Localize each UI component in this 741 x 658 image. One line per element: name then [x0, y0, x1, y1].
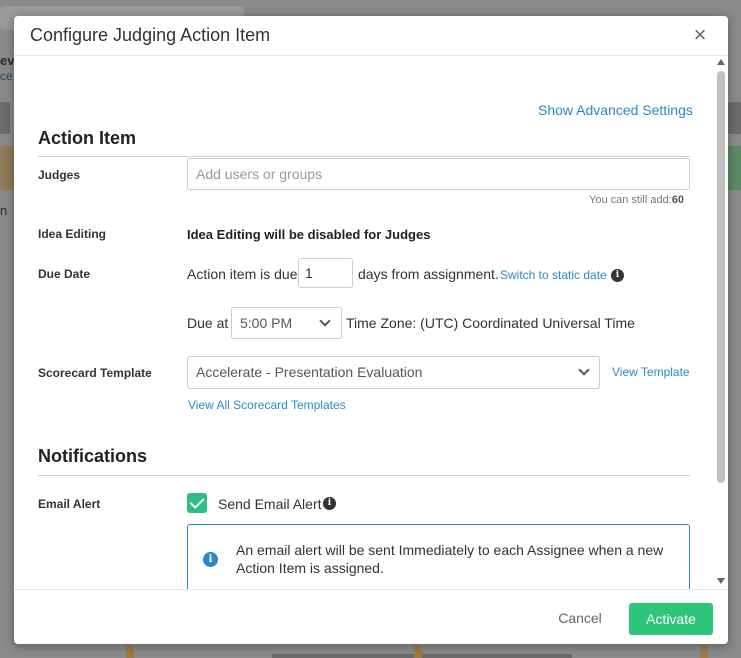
configure-action-item-dialog: Configure Judging Action Item × Show Adv…	[14, 16, 728, 644]
due-time-select[interactable]: 5:00 PM	[231, 307, 342, 339]
judges-label: Judges	[38, 168, 81, 182]
scorecard-template-label: Scorecard Template	[38, 366, 152, 380]
due-prefix-text: Action item is due	[187, 266, 298, 282]
action-item-heading: Action Item	[38, 128, 137, 148]
scroll-up-icon[interactable]	[717, 59, 725, 65]
scorecard-template-value: Accelerate - Presentation Evaluation	[196, 364, 423, 380]
idea-editing-label: Idea Editing	[38, 227, 107, 241]
background-marker	[126, 646, 134, 658]
section-divider	[38, 156, 690, 157]
send-email-alert-label[interactable]: Send Email Alert	[218, 496, 322, 512]
hint-count: 60	[671, 194, 685, 206]
close-icon[interactable]: ×	[690, 24, 710, 46]
chevron-down-icon	[319, 315, 331, 327]
background-link: ce	[0, 69, 13, 83]
show-advanced-settings-link[interactable]: Show Advanced Settings	[538, 102, 693, 118]
dialog-header: Configure Judging Action Item ×	[14, 16, 728, 56]
send-email-alert-checkbox[interactable]	[187, 493, 207, 513]
due-at-label: Due at	[187, 315, 229, 331]
background-button	[0, 102, 10, 134]
switch-to-static-date-link[interactable]: Switch to static date	[500, 268, 607, 282]
info-icon[interactable]: i	[611, 269, 624, 282]
hint-prefix: You can still add:	[589, 194, 672, 206]
view-all-scorecard-templates-link[interactable]: View All Scorecard Templates	[188, 398, 346, 412]
dialog-title: Configure Judging Action Item	[30, 25, 271, 45]
section-divider	[38, 475, 690, 476]
background-text: n	[0, 203, 8, 218]
info-icon: i	[203, 552, 218, 567]
scroll-down-icon[interactable]	[717, 578, 725, 584]
notifications-heading: Notifications	[38, 446, 148, 466]
due-time-value: 5:00 PM	[240, 315, 293, 331]
timezone-text: Time Zone: (UTC) Coordinated Universal T…	[346, 315, 635, 331]
activate-button[interactable]: Activate	[629, 603, 713, 635]
due-days-input[interactable]	[298, 258, 353, 288]
judges-input[interactable]	[187, 158, 690, 190]
info-icon[interactable]: i	[323, 497, 336, 510]
background-marker	[700, 646, 708, 658]
chevron-down-icon	[578, 364, 590, 376]
background-marker	[414, 646, 422, 658]
dialog-footer: Cancel Activate	[14, 589, 728, 644]
judges-remaining-hint: You can still add:60	[589, 194, 684, 206]
due-date-label: Due Date	[38, 267, 91, 281]
background-stripe-right	[728, 146, 741, 190]
dialog-body[interactable]: Show Advanced Settings Action Item Judge…	[14, 56, 728, 589]
due-suffix-text: days from assignment.	[358, 266, 499, 282]
background-text: ev	[0, 53, 15, 68]
scrollbar-thumb[interactable]	[717, 71, 725, 483]
background-stripe	[0, 146, 14, 190]
background-button-right	[728, 102, 741, 134]
email-alert-info-box: i An email alert will be sent Immediatel…	[187, 524, 690, 589]
cancel-button[interactable]: Cancel	[544, 603, 616, 633]
email-alert-message: An email alert will be sent Immediately …	[236, 542, 664, 576]
background-bar	[272, 654, 572, 658]
dialog-scrollbar[interactable]	[714, 56, 728, 589]
idea-editing-value: Idea Editing will be disabled for Judges	[187, 227, 431, 242]
view-template-link[interactable]: View Template	[612, 365, 690, 379]
scorecard-template-select[interactable]: Accelerate - Presentation Evaluation	[187, 356, 600, 389]
email-alert-label: Email Alert	[38, 497, 101, 511]
